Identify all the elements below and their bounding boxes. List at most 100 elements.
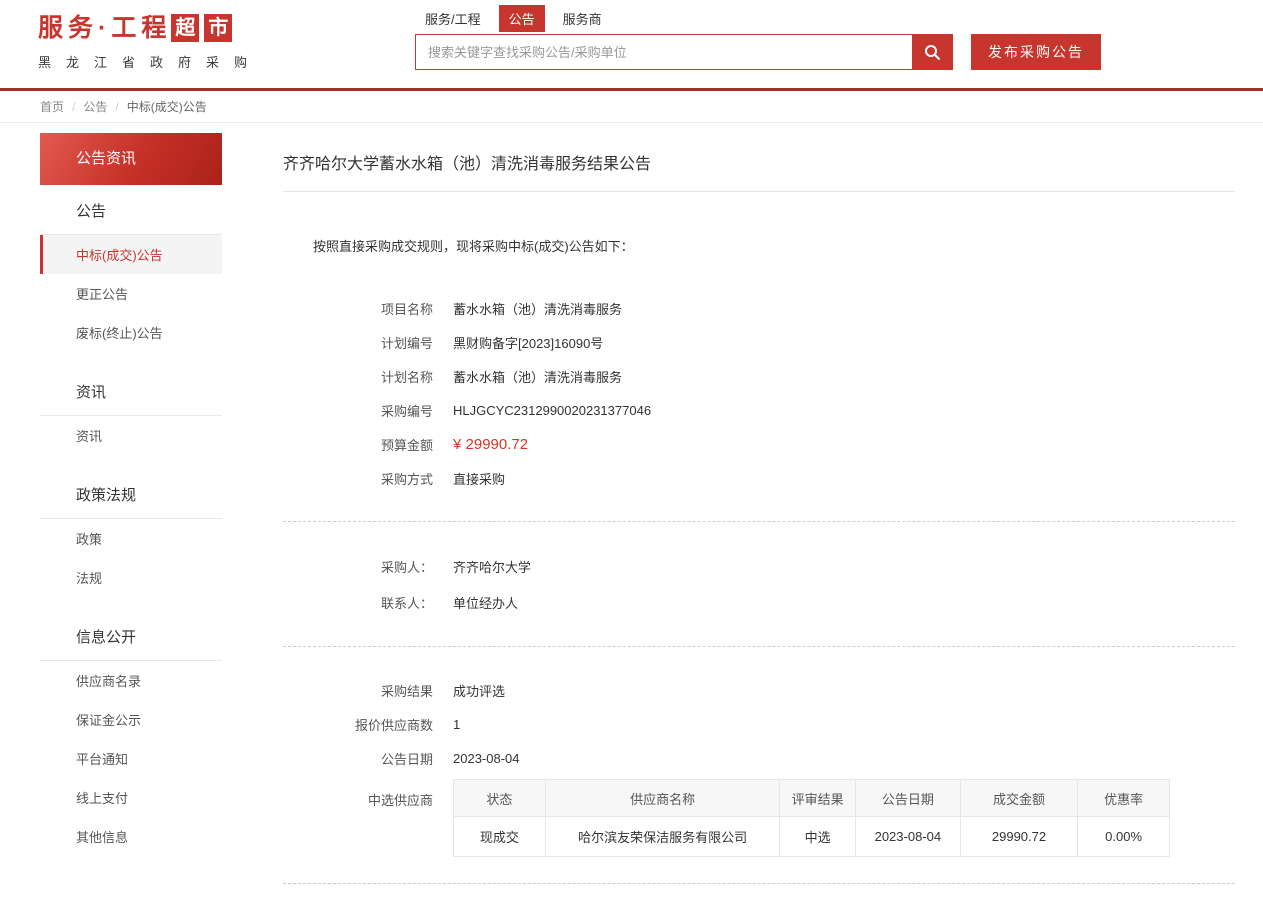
sidebar-section-title: 公告 — [40, 185, 222, 235]
field-label: 公告日期 — [283, 749, 433, 768]
site-header: 服 务 · 工 程 超 市 黑龙江省政府采购 服务/工程 公告 服务商 — [0, 0, 1263, 88]
logo-subtitle: 黑龙江省政府采购 — [38, 52, 262, 71]
sidebar-item-platform-notice[interactable]: 平台通知 — [40, 739, 222, 778]
column-header-discount-rate: 优惠率 — [1078, 780, 1170, 817]
field-label: 项目名称 — [283, 299, 433, 318]
sidebar-section-title: 政策法规 — [40, 469, 222, 519]
result-row-quote-supplier-count: 报价供应商数 1 — [283, 707, 1235, 741]
logo-char: 程 — [141, 13, 166, 43]
selected-supplier-section: 中选供应商 状态 供应商名称 评审结果 公告日期 成交金额 — [283, 779, 1235, 857]
sidebar-section-disclosure: 信息公开 供应商名录 保证金公示 平台通知 线上支付 其他信息 — [40, 611, 222, 856]
search-button[interactable] — [912, 35, 952, 69]
field-value: 黑财购备字[2023]16090号 — [453, 333, 603, 352]
site-logo[interactable]: 服 务 · 工 程 超 市 黑龙江省政府采购 — [38, 13, 262, 71]
logo-char: 工 — [111, 13, 136, 43]
column-header-announcement-date: 公告日期 — [855, 780, 960, 817]
breadcrumb-current: 中标(成交)公告 — [127, 98, 207, 115]
sidebar-section-news: 资讯 资讯 — [40, 366, 222, 455]
contact-row-purchaser: 采购人： 齐齐哈尔大学 — [283, 548, 1235, 584]
field-row-plan-number: 计划编号 黑财购备字[2023]16090号 — [283, 325, 1235, 359]
column-header-supplier-name: 供应商名称 — [545, 780, 780, 817]
result-row-procurement-result: 采购结果 成功评选 — [283, 673, 1235, 707]
column-header-status: 状态 — [454, 780, 546, 817]
tab-suppliers[interactable]: 服务商 — [553, 5, 612, 32]
supplier-table: 状态 供应商名称 评审结果 公告日期 成交金额 优惠率 现成交 哈尔滨友荣保洁服… — [453, 779, 1170, 857]
publish-announcement-button[interactable]: 发布采购公告 — [971, 34, 1101, 70]
field-value: 蓄水水箱（池）清洗消毒服务 — [453, 299, 622, 318]
cell-discount-rate: 0.00% — [1078, 817, 1170, 857]
sidebar-item-other-info[interactable]: 其他信息 — [40, 817, 222, 856]
field-row-procurement-method: 采购方式 直接采购 — [283, 461, 1235, 495]
breadcrumb-separator: / — [72, 100, 75, 114]
field-value: HLJGCYC2312990020231377046 — [453, 403, 651, 418]
field-label: 预算金额 — [283, 435, 433, 454]
top-tabs: 服务/工程 公告 服务商 — [415, 5, 1101, 32]
logo-char: 服 — [38, 13, 63, 43]
sidebar-item-correction-announcements[interactable]: 更正公告 — [40, 274, 222, 313]
section-divider — [283, 521, 1235, 522]
cell-deal-amount: 29990.72 — [960, 817, 1077, 857]
tab-announcements[interactable]: 公告 — [499, 5, 545, 32]
field-value: 单位经办人 — [453, 593, 518, 612]
intro-text: 按照直接采购成交规则，现将采购中标(成交)公告如下： — [283, 236, 1235, 255]
logo-title: 服 务 · 工 程 超 市 — [38, 13, 262, 43]
search-input[interactable] — [416, 35, 912, 69]
field-label: 计划名称 — [283, 367, 433, 386]
field-label: 采购结果 — [283, 681, 433, 700]
field-row-procurement-number: 采购编号 HLJGCYC2312990020231377046 — [283, 393, 1235, 427]
title-divider — [283, 191, 1235, 192]
field-label: 联系人： — [283, 593, 433, 612]
header-center: 服务/工程 公告 服务商 发布采购公告 — [415, 5, 1101, 70]
section-divider — [283, 646, 1235, 647]
breadcrumb: 首页 / 公告 / 中标(成交)公告 — [0, 91, 1263, 123]
supplier-table-header-row: 状态 供应商名称 评审结果 公告日期 成交金额 优惠率 — [454, 780, 1170, 817]
cell-status: 现成交 — [454, 817, 546, 857]
cell-supplier-name: 哈尔滨友荣保洁服务有限公司 — [545, 817, 780, 857]
sidebar: 公告资讯 公告 中标(成交)公告 更正公告 废标(终止)公告 资讯 资讯 政策法… — [40, 133, 222, 910]
bottom-divider — [283, 883, 1235, 884]
sidebar-header: 公告资讯 — [40, 133, 222, 185]
logo-char: 务 — [68, 13, 93, 43]
field-row-budget-amount: 预算金额 ¥ 29990.72 — [283, 427, 1235, 461]
sidebar-item-regulation[interactable]: 法规 — [40, 558, 222, 597]
field-label: 采购方式 — [283, 469, 433, 488]
cell-announcement-date: 2023-08-04 — [855, 817, 960, 857]
field-value: 1 — [453, 717, 460, 732]
sidebar-item-news[interactable]: 资讯 — [40, 416, 222, 455]
cell-review-result: 中选 — [780, 817, 855, 857]
sidebar-item-policy[interactable]: 政策 — [40, 519, 222, 558]
search-box — [415, 34, 953, 70]
page-title: 齐齐哈尔大学蓄水水箱（池）清洗消毒服务结果公告 — [283, 150, 1235, 174]
budget-amount-value: ¥ 29990.72 — [453, 436, 528, 453]
supplier-table-wrap: 状态 供应商名称 评审结果 公告日期 成交金额 优惠率 现成交 哈尔滨友荣保洁服… — [453, 779, 1170, 857]
breadcrumb-separator: / — [115, 100, 118, 114]
breadcrumb-announcements[interactable]: 公告 — [83, 98, 107, 115]
field-value: 2023-08-04 — [453, 751, 520, 766]
field-row-project-name: 项目名称 蓄水水箱（池）清洗消毒服务 — [283, 291, 1235, 325]
field-label: 采购编号 — [283, 401, 433, 420]
sidebar-item-online-payment[interactable]: 线上支付 — [40, 778, 222, 817]
field-value: 直接采购 — [453, 469, 505, 488]
selected-supplier-label: 中选供应商 — [283, 779, 433, 857]
field-value: 蓄水水箱（池）清洗消毒服务 — [453, 367, 622, 386]
field-label: 计划编号 — [283, 333, 433, 352]
sidebar-item-deposit-publicity[interactable]: 保证金公示 — [40, 700, 222, 739]
field-value: 成功评选 — [453, 681, 505, 700]
logo-dot: · — [98, 13, 106, 43]
sidebar-section-announcements: 公告 中标(成交)公告 更正公告 废标(终止)公告 — [40, 185, 222, 352]
table-row: 现成交 哈尔滨友荣保洁服务有限公司 中选 2023-08-04 29990.72… — [454, 817, 1170, 857]
column-header-deal-amount: 成交金额 — [960, 780, 1077, 817]
page-layout: 公告资讯 公告 中标(成交)公告 更正公告 废标(终止)公告 资讯 资讯 政策法… — [0, 123, 1263, 910]
breadcrumb-home[interactable]: 首页 — [40, 98, 64, 115]
field-value: 齐齐哈尔大学 — [453, 557, 531, 576]
main-content: 齐齐哈尔大学蓄水水箱（池）清洗消毒服务结果公告 按照直接采购成交规则，现将采购中… — [283, 133, 1235, 910]
contact-row-contact-person: 联系人： 单位经办人 — [283, 584, 1235, 620]
field-label: 报价供应商数 — [283, 715, 433, 734]
column-header-review-result: 评审结果 — [780, 780, 855, 817]
sidebar-section-policies: 政策法规 政策 法规 — [40, 469, 222, 597]
result-row-announcement-date: 公告日期 2023-08-04 — [283, 741, 1235, 775]
tab-services-projects[interactable]: 服务/工程 — [415, 5, 491, 32]
sidebar-item-award-announcements[interactable]: 中标(成交)公告 — [40, 235, 222, 274]
sidebar-item-supplier-directory[interactable]: 供应商名录 — [40, 661, 222, 700]
sidebar-item-cancelled-announcements[interactable]: 废标(终止)公告 — [40, 313, 222, 352]
